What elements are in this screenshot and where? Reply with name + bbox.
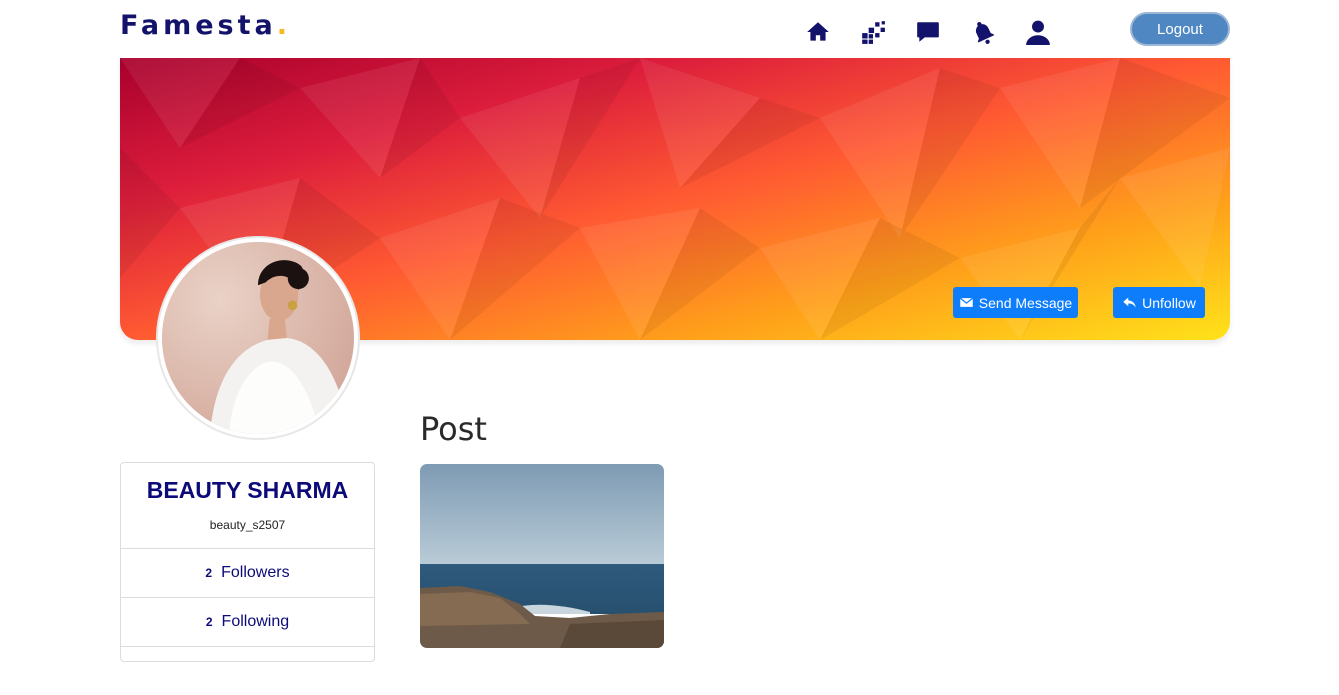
chat-icon[interactable]	[915, 19, 941, 45]
dashboard-icon[interactable]	[860, 19, 886, 45]
home-icon[interactable]	[805, 19, 831, 45]
notification-bell-icon[interactable]	[970, 19, 996, 45]
posts-heading: Post	[420, 410, 487, 448]
unfollow-label: Unfollow	[1142, 294, 1196, 311]
followers-link[interactable]: 2 Followers	[121, 548, 374, 597]
followers-label: Followers	[221, 564, 290, 581]
following-link[interactable]: 2 Following	[121, 597, 374, 646]
user-profile-icon[interactable]	[1025, 19, 1051, 45]
profile-name: BEAUTY SHARMA	[146, 477, 349, 503]
unfollow-button[interactable]: Unfollow	[1113, 287, 1205, 318]
logout-button[interactable]: Logout	[1130, 12, 1230, 46]
send-message-button[interactable]: Send Message	[953, 287, 1078, 318]
brand-logo[interactable]: Famesta.	[120, 10, 291, 41]
brand-name: Famesta	[120, 10, 277, 41]
brand-dot: .	[276, 10, 291, 41]
followers-count: 2	[205, 566, 213, 580]
top-navbar: Famesta. Logout	[0, 0, 1339, 58]
following-label: Following	[221, 613, 290, 630]
reply-arrow-icon	[1123, 297, 1136, 308]
profile-card: BEAUTY SHARMA beauty_s2507 2 Followers 2…	[120, 462, 375, 662]
profile-card-next-row[interactable]	[121, 646, 374, 695]
profile-username: beauty_s2507	[209, 518, 286, 532]
profile-avatar[interactable]	[158, 238, 358, 438]
send-message-label: Send Message	[978, 294, 1073, 311]
envelope-icon	[959, 297, 973, 307]
post-thumbnail[interactable]	[420, 464, 664, 648]
following-count: 2	[205, 615, 213, 629]
